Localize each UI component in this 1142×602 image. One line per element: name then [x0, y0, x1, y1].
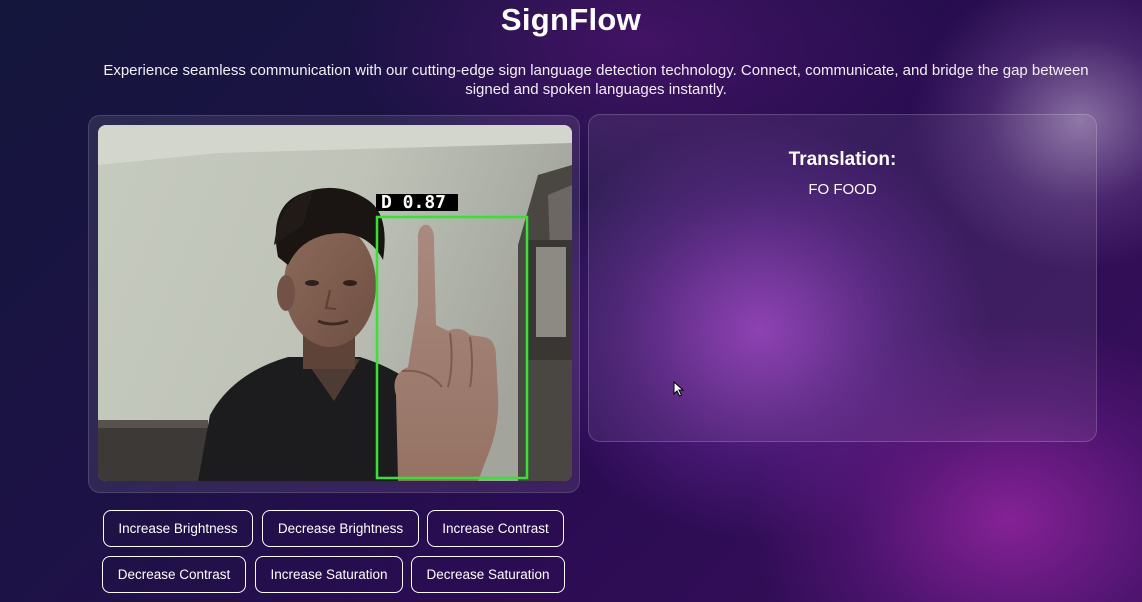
increase-saturation-button[interactable]: Increase Saturation: [255, 556, 403, 593]
decrease-brightness-button[interactable]: Decrease Brightness: [262, 510, 419, 547]
detection-label: D 0.87: [381, 192, 446, 213]
app-subtitle: Experience seamless communication with o…: [103, 62, 1089, 98]
camera-feed: D 0.87: [98, 125, 572, 481]
decrease-contrast-button[interactable]: Decrease Contrast: [102, 556, 246, 593]
increase-contrast-button[interactable]: Increase Contrast: [427, 510, 564, 547]
app-title: SignFlow: [500, 2, 642, 37]
mouse-pointer-icon: [673, 380, 685, 402]
translation-text: FO FOOD: [808, 181, 877, 198]
camera-panel: D 0.87: [88, 115, 580, 493]
increase-brightness-button[interactable]: Increase Brightness: [103, 510, 253, 547]
translation-heading: Translation:: [788, 149, 897, 170]
decrease-saturation-button[interactable]: Decrease Saturation: [411, 556, 565, 593]
translation-panel: Translation: FO FOOD: [588, 114, 1097, 442]
